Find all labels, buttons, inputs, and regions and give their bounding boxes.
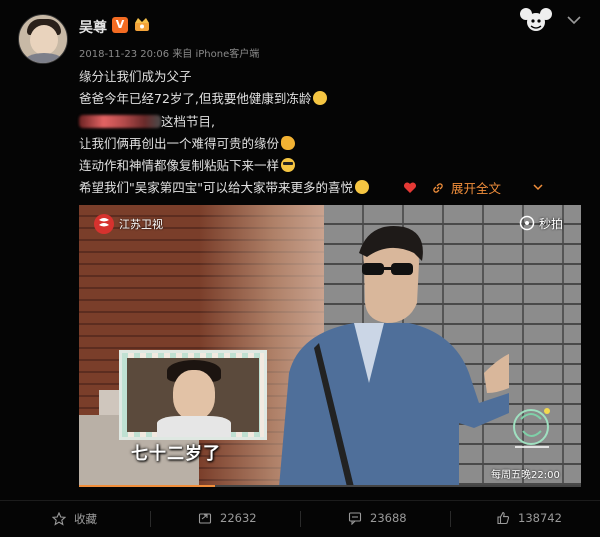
watermark-text: 秒拍 <box>539 217 564 231</box>
verified-badge: V <box>112 17 128 33</box>
grin-emoji-icon <box>313 91 328 106</box>
miaopai-logo-icon <box>519 215 535 231</box>
link-icon[interactable] <box>432 182 444 194</box>
favorite-label: 收藏 <box>74 512 97 526</box>
like-button[interactable]: 138742 <box>496 511 562 525</box>
video-inset-frame <box>119 350 267 440</box>
thumbs-up-icon <box>497 511 510 525</box>
post-meta: 2018-11-23 20:06 来自 iPhone客户端 <box>79 45 259 60</box>
expand-chevron-icon[interactable] <box>533 184 543 191</box>
crown-icon <box>135 18 149 31</box>
video-subtitle: 七十二岁了 <box>131 444 221 464</box>
weibo-post-card: 吴尊 V 2018-11-23 20:06 来自 iPhone客户端 缘分让我们… <box>0 0 600 537</box>
post-line: 缘分让我们成为父子 <box>79 69 192 84</box>
star-icon <box>52 512 66 526</box>
repost-count: 22632 <box>220 511 257 525</box>
broadcast-schedule-text: 每周五晚22:00 <box>491 470 560 481</box>
video-player[interactable]: 江苏卫视 秒拍 七十二岁了 每周五晚22:00 <box>79 205 581 487</box>
post-text: 缘分让我们成为父子 爸爸今年已经72岁了,但我要他健康到冻龄 这档节目, 让我们… <box>79 66 369 200</box>
comment-icon <box>348 512 362 525</box>
video-progress-fill <box>79 485 215 487</box>
repost-button[interactable]: 22632 <box>198 511 257 525</box>
avatar[interactable] <box>18 14 68 64</box>
blurred-text <box>79 114 161 128</box>
jiangsu-tv-logo-icon <box>94 214 114 234</box>
video-man-figure <box>279 226 509 487</box>
post-line: 连动作和神情都像复制粘贴下来一样 <box>79 155 369 177</box>
heart-emoji-icon <box>403 182 417 193</box>
repost-icon <box>198 513 212 524</box>
post-line: 让我们俩再创出一个难得可贵的缘份 <box>79 133 369 155</box>
smile-emoji-icon <box>355 180 369 195</box>
comment-count: 23688 <box>370 511 407 525</box>
sunglasses-emoji-icon <box>281 158 296 173</box>
chevron-down-icon[interactable] <box>566 14 582 26</box>
action-bar: 收藏 22632 23688 138742 <box>0 501 600 537</box>
post-source: 来自 iPhone客户端 <box>172 49 260 60</box>
post-line: 希望我们"吴家第四宝"可以给大家带来更多的喜悦 <box>79 177 369 199</box>
mickey-decoration-icon <box>520 8 552 31</box>
post-line: 爸爸今年已经72岁了,但我要他健康到冻龄 <box>79 88 369 110</box>
post-line: 这档节目, <box>79 111 369 133</box>
post-timestamp[interactable]: 2018-11-23 20:06 <box>79 49 169 60</box>
username[interactable]: 吴尊 <box>79 17 107 37</box>
muscle-emoji-icon <box>281 135 296 150</box>
show-logo-icon <box>513 408 550 448</box>
channel-logo-text: 江苏卫视 <box>119 218 163 231</box>
favorite-button[interactable]: 收藏 <box>52 511 97 527</box>
comment-button[interactable]: 23688 <box>348 511 407 525</box>
like-count: 138742 <box>518 511 562 525</box>
video-progress-track[interactable] <box>79 485 581 487</box>
expand-full-text-link[interactable]: 展开全文 <box>451 178 501 197</box>
